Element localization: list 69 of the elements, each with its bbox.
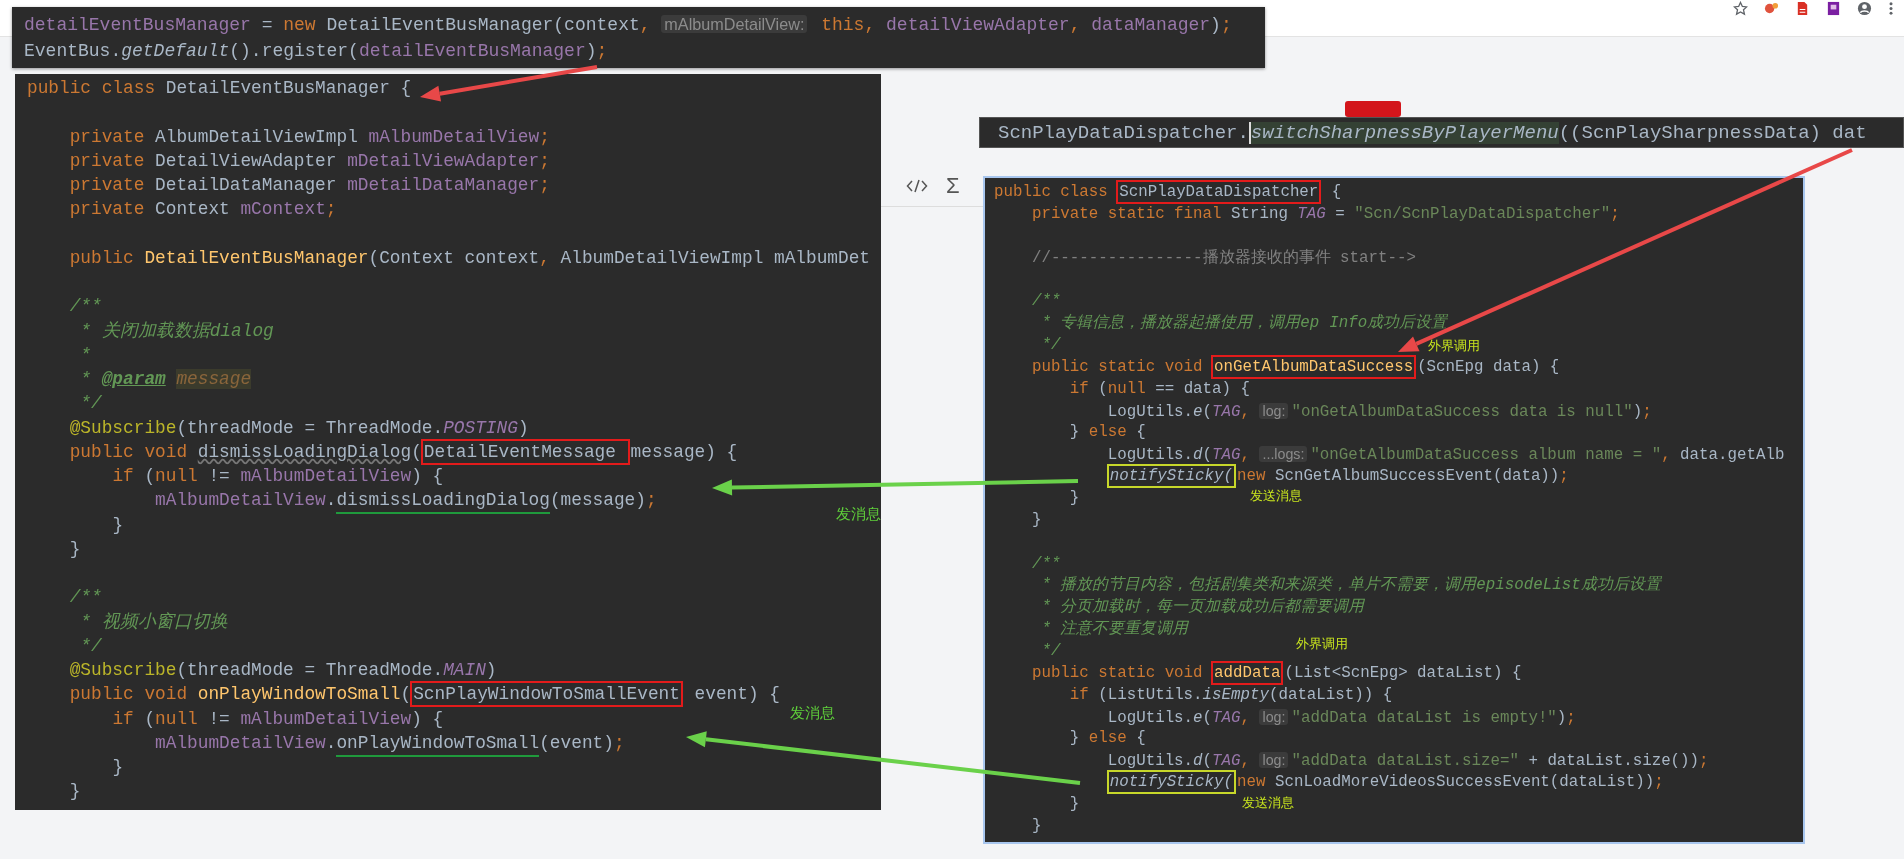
code-line: } xyxy=(1068,794,1080,816)
annotation-label: 外界调用 xyxy=(1296,636,1348,651)
annotation-label: 发送消息 xyxy=(1242,795,1294,810)
code-line: * 分页加载时，每一页加载成功后都需要调用 xyxy=(1040,597,1365,619)
code-line: notifySticky( new ScnLoadMoreVideosSuccessEvent(dataList)); xyxy=(994,772,1664,795)
code-line: if (null == data) { xyxy=(1068,378,1250,400)
star-icon[interactable] xyxy=(1733,0,1748,16)
code-icon[interactable] xyxy=(906,178,928,194)
code-line: } xyxy=(68,780,81,804)
code-line: @Subscribe(threadMode = ThreadMode.POSTING) xyxy=(68,416,529,440)
code-line: detailEventBusManager = new DetailEventBusManager(context, mAlbumDetailView: this, detailViewAdapter, dataManager); xyxy=(24,14,1232,37)
code-line: /** xyxy=(1030,291,1061,313)
code-line: * 关闭加载数据dialog xyxy=(79,319,274,343)
code-line: * 注意不要重复调用 xyxy=(1040,619,1189,641)
annotation-label: 发消息 xyxy=(790,704,835,722)
code-line: * @param message xyxy=(79,368,252,391)
code-line: //----------------播放器接收的事件 start--> xyxy=(1030,247,1416,269)
code-line: public DetailEventBusManager(Context context, AlbumDetailViewImpl mAlbumDet xyxy=(68,246,870,270)
code-line: @Subscribe(threadMode = ThreadMode.MAIN) xyxy=(68,659,497,682)
code-line: public static void onGetAlbumDataSuccess (ScnEpg data) { xyxy=(994,356,1560,379)
code-line: private DetailDataManager mDetailDataManager; xyxy=(68,174,550,197)
code-line: } xyxy=(111,513,124,537)
document-icon[interactable] xyxy=(1795,0,1810,16)
code-line: } xyxy=(1030,509,1042,531)
code-line: EventBus.getDefault().register(detailEventBusManager); xyxy=(24,39,608,63)
code-line: } xyxy=(68,537,81,561)
code-line: LogUtils.e(TAG, log: "onGetAlbumDataSuccess data is null"); xyxy=(1106,401,1652,423)
annotation-label: 发送消息 xyxy=(1250,488,1302,503)
code-line: mAlbumDetailView.dismissLoadingDialog(message); xyxy=(27,488,657,513)
code-line: if (null != mAlbumDetailView) { xyxy=(111,707,444,731)
code-line: ScnPlayDataDispatcher.switchSharpnessByPlayerMenu((ScnPlaySharpnessData) dat xyxy=(998,121,1867,146)
menu-icon[interactable] xyxy=(1888,0,1894,16)
code-line: LogUtils.d(TAG, log: "addData dataList.size=" + dataList.size()); xyxy=(1106,751,1709,773)
code-line: LogUtils.e(TAG, log: "addData dataList is empty!"); xyxy=(1106,707,1576,729)
extension-icon[interactable] xyxy=(1764,0,1779,16)
code-line: } else { xyxy=(1068,728,1146,750)
code-line: public class DetailEventBusManager { xyxy=(27,77,412,100)
code-line: public static void addData (List<ScnEpg> dataList) { xyxy=(994,662,1522,685)
code-line: } xyxy=(1030,815,1042,837)
code-line: /** xyxy=(68,295,102,319)
code-line: */ xyxy=(1040,335,1061,356)
code-line: private DetailViewAdapter mDetailViewAdapter; xyxy=(68,149,550,173)
profile-icon[interactable] xyxy=(1857,0,1872,16)
code-line: LogUtils.d(TAG, ...logs: "onGetAlbumDataSuccess album name = ", data.getAlb xyxy=(1106,445,1785,467)
formula-button[interactable]: Σ xyxy=(946,174,960,198)
code-line: /** xyxy=(1030,553,1061,575)
code-line: */ xyxy=(79,634,102,658)
code-line: if (null != mAlbumDetailView) { xyxy=(111,465,444,488)
code-line: public void onPlayWindowToSmall(ScnPlayWindowToSmallEvent event) { xyxy=(27,682,780,707)
code-line: * 专辑信息，播放器起播使用，调用ep Info成功后设置 xyxy=(1040,313,1448,335)
code-line: public class ScnPlayDataDispatcher { xyxy=(994,182,1342,204)
code-line: } else { xyxy=(1068,422,1146,444)
code-line: */ xyxy=(1040,641,1061,663)
code-line: * xyxy=(79,343,92,367)
code-line: } xyxy=(1068,488,1080,510)
code-line: mAlbumDetailView.onPlayWindowToSmall(event); xyxy=(27,730,625,755)
code-line: private static final String TAG = "Scn/ScnPlayDataDispatcher"; xyxy=(1030,203,1620,225)
annotation-label: 外界调用 xyxy=(1428,338,1480,353)
code-line: * 播放的节目内容，包括剧集类和来源类，单片不需要，调用episodeList成功后设置 xyxy=(1040,575,1661,597)
code-line: private AlbumDetailViewImpl mAlbumDetailView; xyxy=(68,125,550,149)
code-line: */ xyxy=(79,392,102,416)
code-line: if (ListUtils.isEmpty(dataList)) { xyxy=(1068,684,1393,706)
code-line: /** xyxy=(68,586,102,610)
annotation-label: 发消息 xyxy=(836,505,881,523)
code-line: public void dismissLoadingDialog(DetailEventMessage message) { xyxy=(27,439,738,464)
code-line: notifySticky( new ScnGetAlbumSuccessEvent(data)); xyxy=(994,466,1569,489)
code-line: * 视频小窗口切换 xyxy=(79,610,228,634)
code-line: } xyxy=(111,756,124,779)
code-line: private Context mContext; xyxy=(68,198,337,222)
